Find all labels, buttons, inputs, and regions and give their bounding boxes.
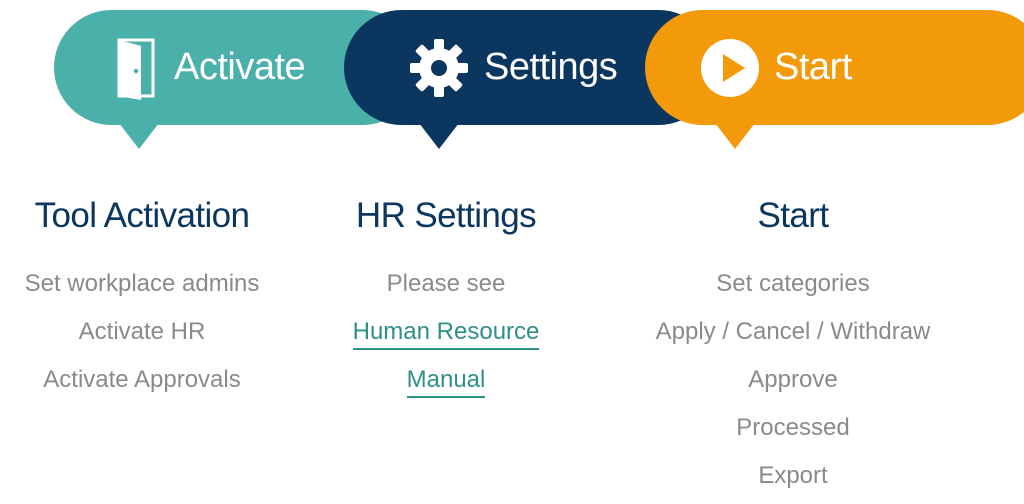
list-item: Set categories	[716, 270, 870, 297]
start-list: Set categories Apply / Cancel / Withdraw…	[630, 264, 956, 504]
activate-step-pointer	[119, 123, 159, 149]
tool-activation-column: Tool Activation Set workplace admins Act…	[0, 188, 284, 408]
hr-manual-link-line-2: Manual	[305, 360, 587, 408]
hr-manual-link-line-1: Human Resource	[305, 312, 587, 360]
step-start: Start	[700, 10, 852, 125]
step-start-label: Start	[774, 46, 852, 88]
list-item: Approve	[748, 366, 838, 393]
start-column: Start Set categories Apply / Cancel / Wi…	[630, 188, 956, 504]
hr-settings-title: HR Settings	[355, 196, 537, 235]
step-settings-label: Settings	[484, 46, 618, 88]
settings-step-pointer	[419, 123, 459, 149]
door-icon	[117, 38, 155, 100]
manual-link[interactable]: Manual	[406, 366, 486, 398]
tool-activation-list: Set workplace admins Activate HR Activat…	[0, 264, 284, 408]
list-item: Apply / Cancel / Withdraw	[655, 318, 931, 345]
hr-settings-column: HR Settings Please see Human Resource Ma…	[305, 188, 587, 408]
gear-icon	[410, 38, 468, 97]
human-resource-manual-link[interactable]: Human Resource	[352, 318, 540, 350]
hr-settings-intro: Please see	[386, 270, 506, 297]
play-icon	[701, 38, 759, 97]
step-activate: Activate	[116, 10, 306, 125]
list-item: Activate Approvals	[43, 366, 241, 393]
list-item: Set workplace admins	[24, 270, 260, 297]
start-title: Start	[757, 196, 830, 235]
hr-settings-list: Please see Human Resource Manual	[305, 264, 587, 408]
start-step-pointer	[715, 123, 755, 149]
list-item: Export	[758, 462, 828, 489]
tool-activation-title: Tool Activation	[34, 196, 250, 235]
step-settings: Settings	[408, 10, 618, 125]
list-item: Activate HR	[78, 318, 206, 345]
step-activate-label: Activate	[174, 46, 306, 88]
list-item: Processed	[736, 414, 850, 441]
